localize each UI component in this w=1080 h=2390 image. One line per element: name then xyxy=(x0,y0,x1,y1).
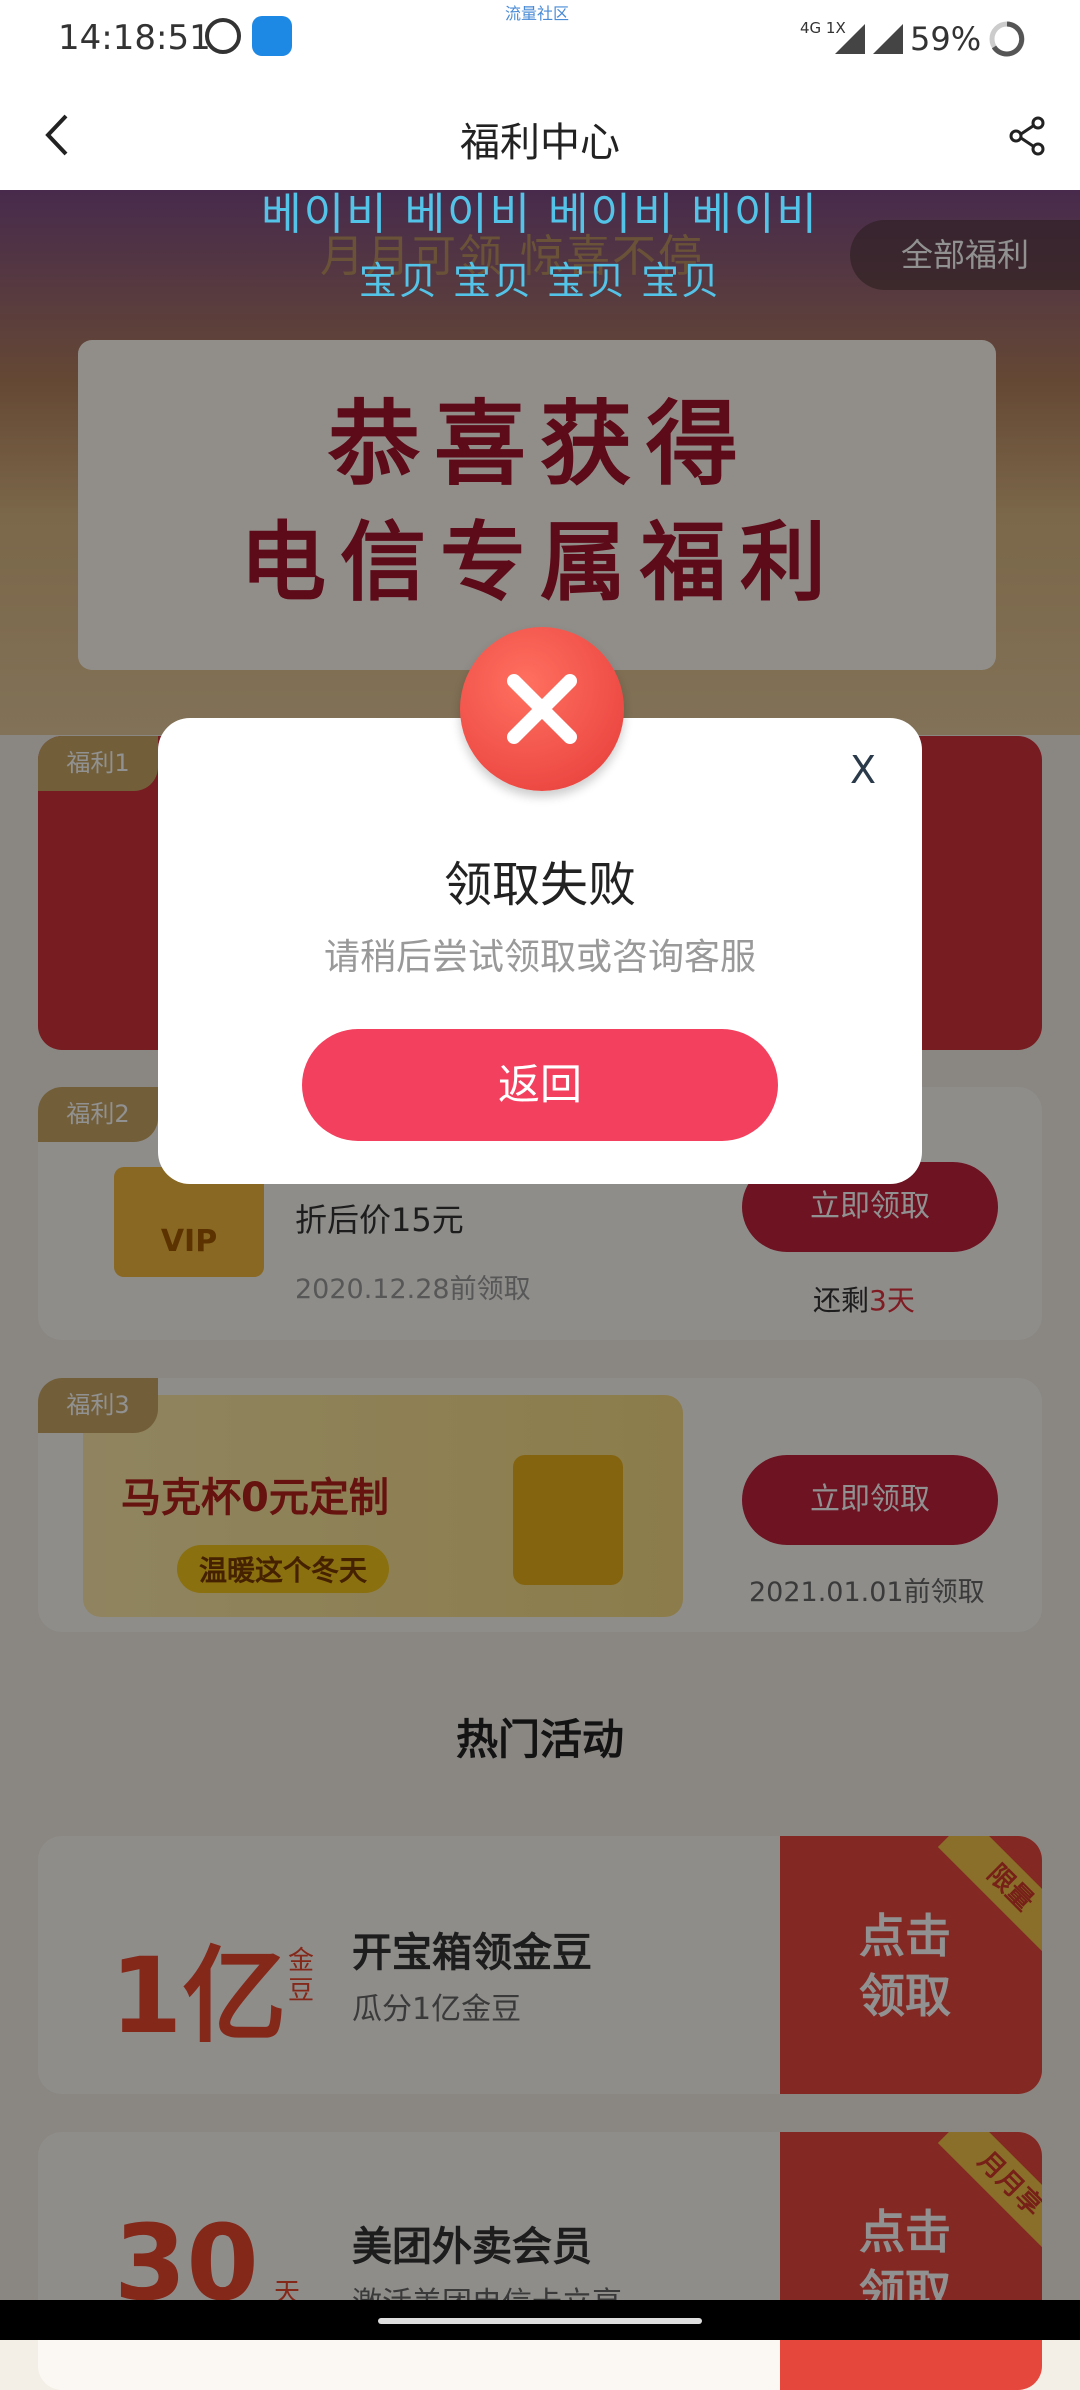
top-mark: 流量社区 xyxy=(505,4,570,23)
watermark-line-2: 宝贝 宝贝 宝贝 宝贝 xyxy=(358,259,722,303)
status-bar: 14:18:51 流量社区 4G 1X 59% xyxy=(0,0,1080,80)
share-icon[interactable] xyxy=(1008,116,1048,156)
battery-ring-icon xyxy=(989,21,1025,57)
modal-backdrop[interactable] xyxy=(0,190,1080,2340)
app-k-icon xyxy=(252,16,292,56)
status-time: 14:18:51 xyxy=(58,18,211,58)
nav-bar: 福利中心 xyxy=(0,80,1080,190)
dialog-close-button[interactable]: X xyxy=(850,748,876,792)
home-indicator[interactable] xyxy=(378,2318,702,2324)
return-button[interactable]: 返回 xyxy=(302,1029,778,1141)
fail-icon xyxy=(460,627,624,791)
notification-icon xyxy=(205,18,241,54)
dialog-message: 请稍后尝试领取或咨询客服 xyxy=(323,937,756,978)
watermark-line-1: 베이비 베이비 베이비 베이비 xyxy=(261,189,819,240)
dialog-title: 领取失败 xyxy=(443,857,636,913)
signal-icon xyxy=(835,24,903,54)
battery-percent: 59% xyxy=(910,20,982,58)
page-title: 福利中心 xyxy=(460,120,620,166)
